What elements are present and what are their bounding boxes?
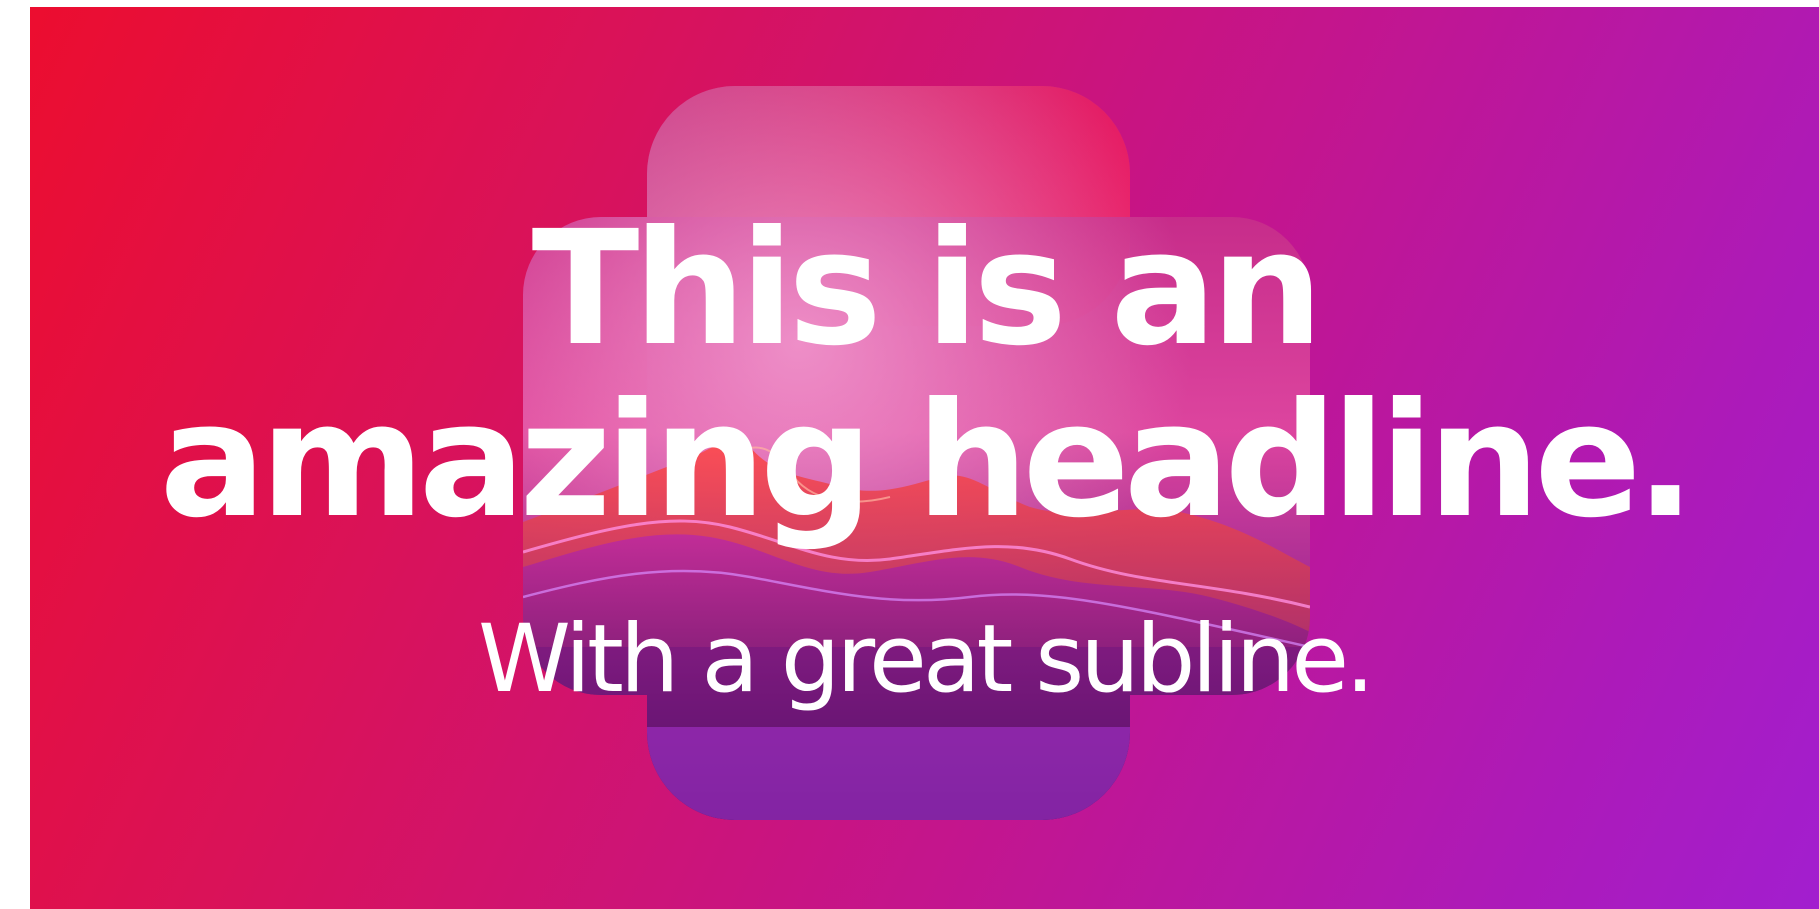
headline-line-1: This is an — [531, 197, 1324, 381]
hero-banner: This is an amazing headline. With a grea… — [30, 7, 1819, 909]
subline: With a great subline. — [478, 605, 1375, 714]
headline-line-2: amazing headline. — [159, 369, 1696, 553]
headline: This is an amazing headline. — [30, 203, 1819, 547]
